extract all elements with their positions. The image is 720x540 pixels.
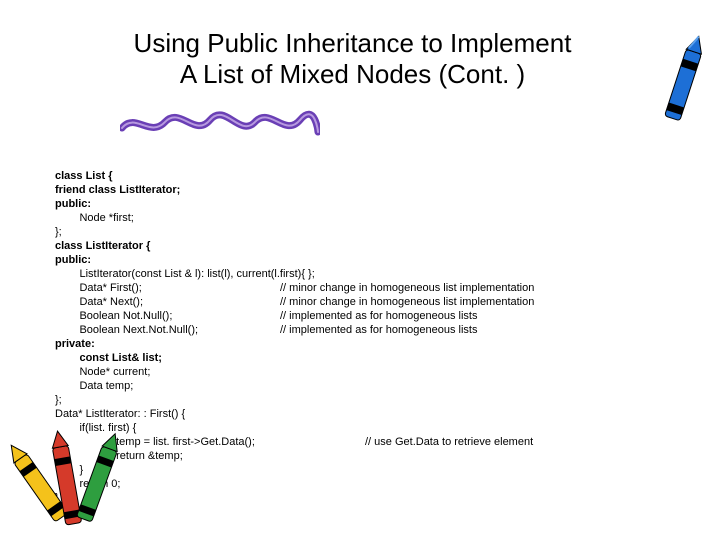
code-line: Data* ListIterator: : First() { bbox=[55, 408, 185, 420]
code-line: Node* current; bbox=[55, 366, 150, 378]
code-line: Data temp; bbox=[55, 380, 133, 392]
title-line-2: A List of Mixed Nodes (Cont. ) bbox=[180, 59, 525, 89]
code-line: Data* Next();// minor change in homogene… bbox=[55, 296, 534, 308]
code-line: }; bbox=[55, 226, 62, 238]
code-line: Boolean Not.Null();// implemented as for… bbox=[55, 310, 478, 322]
code-line: Data* First();// minor change in homogen… bbox=[55, 282, 534, 294]
code-line: ListIterator(const List & l): list(l), c… bbox=[55, 268, 315, 280]
slide-title: Using Public Inheritance to Implement A … bbox=[60, 28, 645, 90]
title-line-1: Using Public Inheritance to Implement bbox=[134, 28, 572, 58]
code-line: public: bbox=[55, 254, 91, 266]
code-line: public: bbox=[55, 198, 91, 210]
code-line: const List& list; bbox=[55, 352, 162, 364]
code-line: class ListIterator { bbox=[55, 240, 150, 252]
crayon-group-icon bbox=[5, 420, 145, 530]
code-line: Boolean Next.Not.Null();// implemented a… bbox=[55, 324, 478, 336]
code-line: private: bbox=[55, 338, 95, 350]
slide: Using Public Inheritance to Implement A … bbox=[0, 0, 720, 540]
underline-squiggle-icon bbox=[120, 110, 320, 140]
code-line: }; bbox=[55, 394, 62, 406]
code-line: Node *first; bbox=[55, 212, 134, 224]
crayon-blue-icon bbox=[658, 30, 708, 140]
code-line: friend class ListIterator; bbox=[55, 184, 180, 196]
code-line: class List { bbox=[55, 170, 112, 182]
